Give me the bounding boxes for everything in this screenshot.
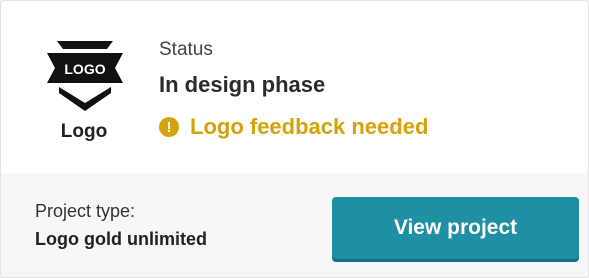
feedback-alert: ! Logo feedback needed	[159, 114, 428, 140]
exclamation-icon: !	[159, 117, 179, 137]
alert-text: Logo feedback needed	[190, 114, 429, 139]
project-card: LOGO Logo Status In design phase ! Logo …	[0, 0, 589, 278]
logo-badge-text: LOGO	[64, 61, 105, 77]
logo-thumbnail: LOGO Logo	[41, 41, 133, 149]
logo-caption: Logo	[60, 121, 108, 142]
view-project-button[interactable]: View project	[332, 197, 579, 259]
logo-badge-icon: LOGO	[47, 41, 123, 111]
card-header: LOGO Logo Status In design phase ! Logo …	[1, 1, 588, 174]
project-type-label: Project type:	[35, 201, 136, 221]
status-label: Status	[159, 39, 213, 60]
project-type-value: Logo gold unlimited	[35, 229, 207, 249]
status-value: In design phase	[159, 72, 326, 97]
